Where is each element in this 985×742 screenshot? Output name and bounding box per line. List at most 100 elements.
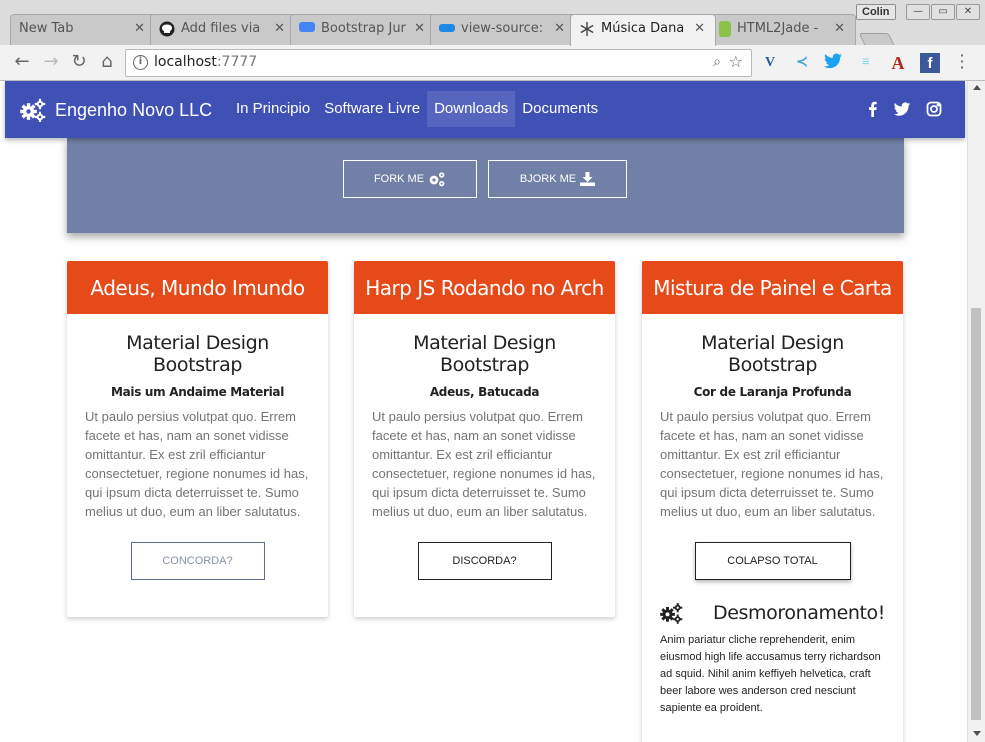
stripes-icon[interactable]: ≡ [856, 53, 876, 73]
scroll-thumb[interactable] [971, 308, 981, 720]
back-icon[interactable]: ← [11, 51, 33, 72]
zoom-icon[interactable]: ⌕ [713, 54, 721, 70]
nav-link-in-principio[interactable]: In Principio [229, 91, 317, 127]
tab-title: Música Dana [601, 21, 685, 36]
collapse-panel: Desmoronamento! Anim pariatur cliche rep… [660, 598, 885, 717]
card-subtitle: Mais um Andaime Material [110, 385, 285, 399]
close-icon[interactable]: ✕ [694, 21, 705, 36]
nav-link-software-livre[interactable]: Software Livre [317, 91, 427, 127]
browser-chrome: New Tab ✕ Add files via ✕ Bootstrap Jur … [0, 0, 985, 81]
url-port: :7777 [216, 54, 258, 70]
discorda-button[interactable]: DISCORDA? [417, 542, 552, 580]
source-icon [439, 24, 455, 32]
card-adeus-mundo: Adeus, Mundo Imundo Material Design Boot… [67, 261, 328, 617]
scroll-up-arrow-icon[interactable] [973, 85, 981, 90]
instagram-icon[interactable] [925, 100, 943, 118]
nav-links: In Principio Software Livre Downloads Do… [229, 91, 605, 127]
collapse-panel-title: Desmoronamento! [713, 602, 885, 624]
maximize-button[interactable]: ▭ [931, 4, 955, 20]
close-icon[interactable]: ✕ [834, 21, 845, 36]
mdb-icon [299, 22, 315, 32]
card-harp-js: Harp JS Rodando no Arch Material Design … [354, 261, 615, 617]
github-icon [159, 21, 175, 37]
page-scrollbar[interactable] [967, 81, 985, 742]
card-text: Ut paulo persius volutpat quo. Errem fac… [660, 409, 884, 519]
close-icon[interactable]: ✕ [134, 21, 145, 36]
tab-strip: New Tab ✕ Add files via ✕ Bootstrap Jur … [0, 0, 985, 47]
url-text: localhost:7777 [154, 54, 257, 70]
snowflake-icon [579, 21, 595, 37]
card-text: Ut paulo persius volutpat quo. Errem fac… [85, 409, 309, 519]
bjork-me-button[interactable]: BJORK ME [488, 160, 627, 198]
card-mistura: Mistura de Painel e Carta Material Desig… [642, 261, 903, 742]
tab-new-tab[interactable]: New Tab ✕ [10, 14, 156, 45]
bird-icon[interactable]: ≺ [792, 53, 812, 73]
card-header: Adeus, Mundo Imundo [67, 261, 328, 314]
tab-view-source[interactable]: view-source: ✕ [430, 14, 576, 45]
tab-title: view-source: [461, 21, 544, 36]
extension-glyph: V [764, 55, 776, 70]
card-title: Material Design Bootstrap [126, 332, 269, 376]
card-subtitle: Adeus, Batucada [429, 385, 540, 399]
tab-title: Add files via [181, 21, 261, 36]
facebook-icon[interactable] [864, 100, 882, 118]
close-icon[interactable]: ✕ [554, 21, 565, 36]
jade-icon [719, 21, 731, 37]
close-icon[interactable]: ✕ [274, 21, 285, 36]
forward-icon[interactable]: → [40, 51, 62, 72]
facebook-icon[interactable]: f [920, 53, 940, 73]
concorda-button[interactable]: CONCORDA? [130, 542, 265, 580]
info-icon[interactable]: i [133, 55, 148, 70]
tab-bootstrap[interactable]: Bootstrap Jur ✕ [290, 14, 436, 45]
card-body: Material Design Bootstrap Adeus, Batucad… [354, 314, 615, 580]
fork-me-button[interactable]: FORK ME [343, 160, 477, 198]
profile-badge[interactable]: Colin [856, 4, 896, 20]
brand-link[interactable]: Engenho Novo LLC [20, 98, 212, 122]
card-header: Mistura de Painel e Carta [642, 261, 903, 314]
colapso-total-button[interactable]: COLAPSO TOTAL [694, 542, 851, 580]
card-header: Harp JS Rodando no Arch [354, 261, 615, 314]
card-body: Material Design Bootstrap Cor de Laranja… [642, 314, 903, 717]
url-host: localhost [154, 54, 217, 70]
address-bar[interactable]: i localhost:7777 ⌕ ☆ [125, 49, 752, 77]
hero-jumbotron: FORK ME BJORK ME [67, 138, 904, 233]
close-icon[interactable]: ✕ [414, 21, 425, 36]
collapse-panel-text: Anim pariatur cliche reprehenderit, enim… [660, 634, 881, 714]
home-icon[interactable]: ⌂ [96, 51, 118, 72]
tab-github[interactable]: Add files via ✕ [150, 14, 296, 45]
cogs-icon [20, 98, 46, 122]
extension-glyph: A [891, 53, 905, 73]
extension-glyph: ≡ [862, 55, 870, 70]
menu-dots-icon[interactable]: · · · [956, 48, 968, 76]
tab-title: New Tab [19, 21, 74, 36]
reload-icon[interactable]: ↻ [68, 51, 90, 72]
card-text: Ut paulo persius volutpat quo. Errem fac… [372, 409, 596, 519]
minimize-button[interactable]: — [906, 4, 930, 20]
close-window-button[interactable]: ✕ [956, 4, 980, 20]
download-icon [580, 172, 596, 186]
button-label: BJORK ME [519, 173, 577, 185]
page-viewport: Engenho Novo LLC In Principio Software L… [0, 81, 967, 742]
scroll-down-arrow-icon[interactable] [973, 731, 981, 736]
card-title: Material Design Bootstrap [701, 332, 844, 376]
cogs-icon [429, 172, 445, 187]
card-subtitle: Cor de Laranja Profunda [693, 385, 852, 399]
tab-title: HTML2Jade - [737, 21, 819, 36]
twitter-icon[interactable] [823, 53, 843, 73]
tab-musica[interactable]: Música Dana ✕ [570, 14, 716, 46]
vimium-icon[interactable]: V [760, 53, 780, 73]
bookmark-star-icon[interactable]: ☆ [729, 52, 743, 71]
card-body: Material Design Bootstrap Mais um Andaim… [67, 314, 328, 580]
browser-toolbar: ← → ↻ ⌂ i localhost:7777 ⌕ ☆ V ≺ ≡ A f ·… [0, 45, 985, 81]
extension-glyph: f [927, 55, 933, 72]
tab-html2jade[interactable]: HTML2Jade - ✕ [710, 14, 856, 45]
nav-link-downloads[interactable]: Downloads [427, 91, 516, 127]
nav-link-documents[interactable]: Documents [515, 91, 605, 127]
button-label: FORK ME [373, 173, 425, 185]
card-title: Material Design Bootstrap [413, 332, 556, 376]
twitter-icon[interactable] [893, 100, 911, 118]
font-a-icon[interactable]: A [888, 53, 908, 73]
cogs-icon [660, 603, 683, 624]
brand-name: Engenho Novo LLC [55, 99, 213, 120]
site-navbar: Engenho Novo LLC In Principio Software L… [5, 81, 965, 138]
